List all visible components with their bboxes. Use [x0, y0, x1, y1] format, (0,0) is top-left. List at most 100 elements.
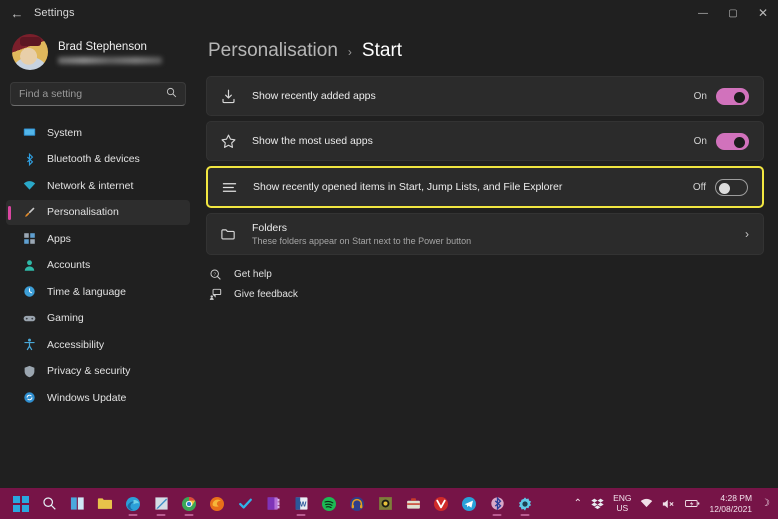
profile-text: Brad Stephenson [58, 41, 162, 64]
toggle-knob [719, 182, 730, 194]
telegram-icon [461, 495, 478, 512]
telegram-button[interactable] [455, 488, 483, 519]
settings-taskbar-button[interactable] [511, 488, 539, 519]
volume-muted-icon[interactable] [662, 498, 676, 510]
sidebar-item-windows-update[interactable]: Windows Update [6, 385, 190, 411]
user-profile[interactable]: Brad Stephenson [6, 26, 190, 78]
microsoft-word-button[interactable]: W [287, 488, 315, 519]
checkmark-icon [237, 495, 254, 512]
gamepad-icon [22, 311, 36, 325]
sidebar-item-label: Personalisation [47, 206, 119, 219]
breadcrumb: Personalisation › Start [208, 26, 764, 76]
taskbar: W ⌃ ENG US 4:28 PM 12/08/2021 ☽ [0, 488, 778, 519]
sidebar-item-apps[interactable]: Apps [6, 226, 190, 252]
setting-row-most-used-apps[interactable]: Show the most used apps On [206, 121, 764, 161]
sidebar-item-time-language[interactable]: Time & language [6, 279, 190, 305]
toolbox-app-button[interactable] [399, 488, 427, 519]
setting-row-recently-added-apps[interactable]: Show recently added apps On [206, 76, 764, 116]
maximize-button[interactable]: ▢ [718, 0, 748, 26]
camera-app-button[interactable] [371, 488, 399, 519]
setting-row-control: › [745, 227, 749, 241]
widgets-button[interactable] [63, 488, 91, 519]
sidebar-item-privacy-security[interactable]: Privacy & security [6, 359, 190, 385]
setting-row-control: On [694, 87, 749, 105]
spotify-button[interactable] [315, 488, 343, 519]
sidebar-item-system[interactable]: System [6, 120, 190, 146]
setting-row-control: On [694, 132, 749, 150]
todoist-check-button[interactable] [231, 488, 259, 519]
search-container [6, 78, 190, 118]
onenote-purple-button[interactable] [259, 488, 287, 519]
link-label: Get help [234, 269, 272, 280]
setting-row-control: Off [692, 178, 748, 196]
close-button[interactable]: ✕ [748, 0, 778, 26]
update-icon [22, 391, 36, 405]
folder-icon [219, 226, 238, 243]
give-feedback-link[interactable]: Give feedback [208, 288, 764, 301]
word-icon: W [293, 495, 310, 512]
main-content: Personalisation › Start Show recently ad… [196, 26, 778, 519]
window-body: Brad Stephenson System [0, 26, 778, 519]
setting-label: Folders [252, 222, 288, 234]
wifi-icon [22, 179, 36, 193]
svg-text:W: W [299, 501, 306, 508]
page-title: Start [361, 40, 403, 61]
toggle-switch[interactable] [716, 132, 749, 150]
get-help-link[interactable]: ? Get help [208, 268, 764, 281]
sidebar-item-network-internet[interactable]: Network & internet [6, 173, 190, 199]
bluetooth-app-button[interactable] [483, 488, 511, 519]
microsoft-edge-button[interactable] [119, 488, 147, 519]
firefox-icon [209, 495, 226, 512]
audio-headphones-button[interactable] [343, 488, 371, 519]
profile-name: Brad Stephenson [58, 40, 147, 53]
setting-row-folders[interactable]: Folders These folders appear on Start ne… [206, 213, 764, 255]
clock-time: 4:28 PM [720, 492, 753, 503]
toggle-knob [734, 136, 745, 148]
sidebar-item-label: System [47, 126, 83, 139]
setting-row-text: Show recently opened items in Start, Jum… [253, 181, 679, 193]
onenote-feather-button[interactable] [147, 488, 175, 519]
dropbox-icon[interactable] [591, 497, 604, 510]
toggle-state-label: Off [692, 181, 706, 193]
clock[interactable]: 4:28 PM 12/08/2021 [709, 493, 752, 514]
search-box[interactable] [10, 82, 186, 106]
chevron-up-icon[interactable]: ⌃ [574, 498, 582, 509]
minimize-button[interactable]: — [688, 0, 718, 26]
sidebar-item-label: Accounts [47, 259, 91, 272]
list-icon [220, 179, 239, 196]
spotify-icon [321, 495, 338, 512]
sidebar-item-gaming[interactable]: Gaming [6, 306, 190, 332]
taskbar-search-button[interactable] [35, 488, 63, 519]
toggle-knob [734, 91, 745, 103]
title-bar: ← Settings — ▢ ✕ [0, 0, 778, 26]
sidebar-item-personalisation[interactable]: Personalisation [6, 199, 190, 225]
notification-bell-icon[interactable]: ☽ [761, 498, 770, 509]
mozilla-firefox-button[interactable] [203, 488, 231, 519]
setting-row-recently-opened-items[interactable]: Show recently opened items in Start, Jum… [206, 166, 764, 208]
back-arrow-icon[interactable]: ← [0, 0, 34, 26]
toolbox-icon [405, 495, 422, 512]
sidebar-item-accounts[interactable]: Accounts [6, 253, 190, 279]
breadcrumb-parent[interactable]: Personalisation [208, 40, 338, 62]
google-chrome-button[interactable] [175, 488, 203, 519]
toggle-switch[interactable] [715, 178, 748, 196]
sidebar-item-label: Accessibility [47, 338, 105, 351]
search-input[interactable] [19, 88, 160, 100]
language-indicator[interactable]: ENG US [613, 493, 631, 514]
sidebar-item-accessibility[interactable]: Accessibility [6, 332, 190, 358]
start-button[interactable] [7, 488, 35, 519]
svg-text:?: ? [213, 272, 216, 278]
bluetooth-icon [489, 495, 506, 512]
window-title: Settings [34, 7, 75, 19]
wifi-icon[interactable] [640, 498, 653, 509]
setting-row-text: Show recently added apps [252, 90, 680, 102]
gear-icon [517, 495, 534, 512]
edge-icon [125, 495, 142, 512]
toggle-switch[interactable] [716, 87, 749, 105]
file-explorer-button[interactable] [91, 488, 119, 519]
onenote-icon [265, 495, 282, 512]
vivaldi-browser-button[interactable] [427, 488, 455, 519]
sidebar-item-bluetooth-devices[interactable]: Bluetooth & devices [6, 147, 190, 173]
battery-icon[interactable] [685, 498, 700, 509]
feather-icon [153, 495, 170, 512]
